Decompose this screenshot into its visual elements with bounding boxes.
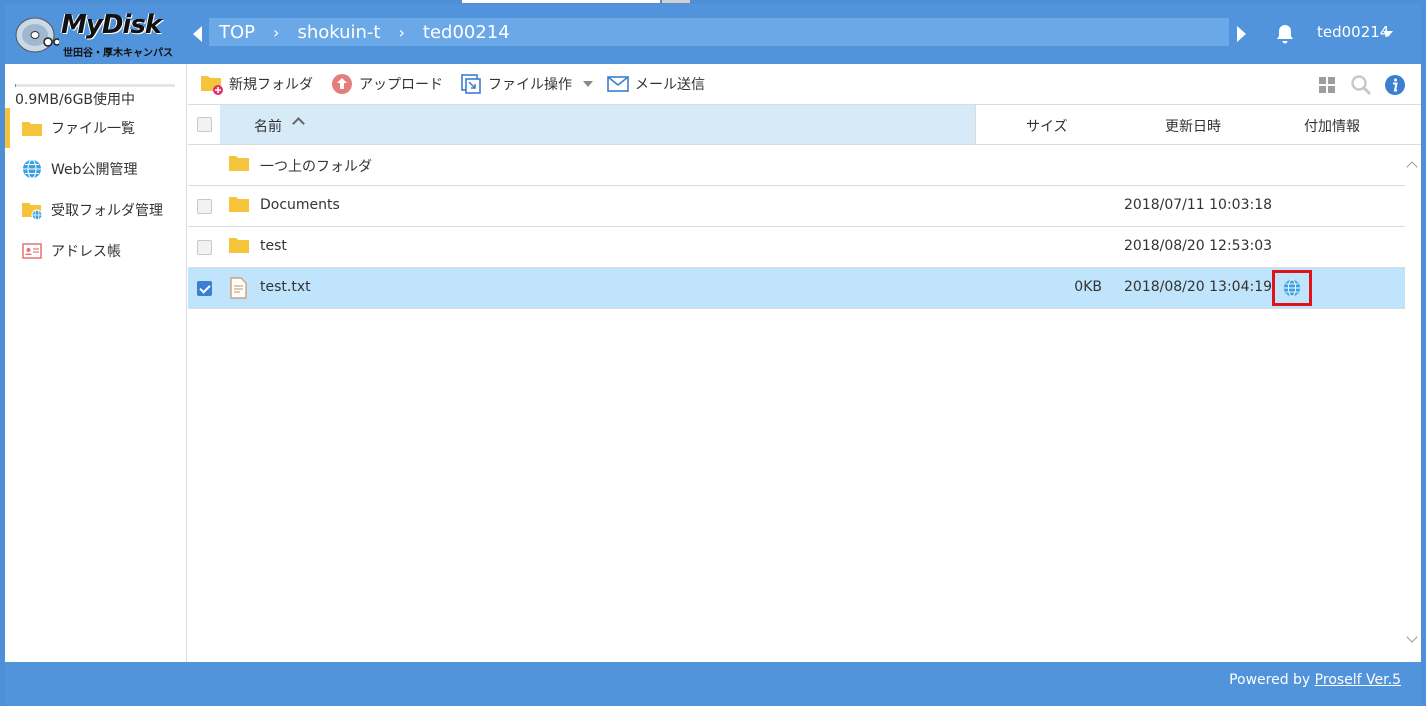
proself-link[interactable]: Proself Ver.5 [1315, 672, 1401, 688]
column-header-modified[interactable]: 更新日時 [1165, 116, 1221, 136]
logo-title: MyDisk [61, 10, 162, 40]
column-header-size[interactable]: サイズ [1026, 116, 1068, 136]
file-name[interactable]: test.txt [260, 279, 311, 295]
file-name[interactable]: Documents [260, 197, 340, 213]
shared-folder-icon [21, 199, 43, 221]
file-modified: 2018/08/20 12:53:03 [1124, 238, 1273, 254]
folder-icon [228, 236, 250, 258]
scrollbar[interactable] [1405, 145, 1421, 662]
scroll-up-icon[interactable] [1406, 161, 1418, 173]
toolbar: 新規フォルダ アップロード ファイル操作 メール送信 [188, 64, 1421, 104]
text-file-icon [228, 277, 250, 299]
file-name[interactable]: 一つ上のフォルダ [260, 156, 372, 176]
sidebar-item-label: アドレス帳 [51, 244, 121, 260]
breadcrumb-separator-icon: › [398, 22, 405, 42]
name-column-header-bg [220, 105, 975, 144]
logo-subtitle: 世田谷・厚木キャンパス [63, 48, 173, 59]
scroll-down-icon[interactable] [1406, 631, 1418, 643]
folder-icon [228, 154, 250, 176]
breadcrumb-separator-icon: › [273, 22, 280, 42]
sidebar-item-label: 受取フォルダ管理 [51, 203, 163, 219]
storage-usage-fill [15, 84, 16, 87]
table-row[interactable]: test.txt 0KB 2018/08/20 13:04:19 [188, 268, 1405, 309]
sidebar-item-receive-folder[interactable]: 受取フォルダ管理 [5, 190, 187, 230]
upload-icon [330, 72, 354, 96]
sidebar-item-web-publish[interactable]: Web公開管理 [5, 149, 187, 189]
file-name[interactable]: test [260, 238, 287, 254]
globe-icon [21, 158, 43, 180]
powered-by-label: Powered by [1229, 672, 1311, 688]
table-row[interactable]: Documents 2018/07/11 10:03:18 [188, 186, 1405, 227]
row-checkbox[interactable] [197, 199, 212, 214]
breadcrumb-next-arrow-icon[interactable] [1237, 26, 1246, 42]
top-header: MyDisk 世田谷・厚木キャンパス TOP › shokuin-t › ted… [5, 4, 1421, 64]
breadcrumb-item-top[interactable]: TOP [219, 22, 255, 43]
folder-icon [21, 117, 43, 139]
mail-icon [606, 72, 630, 96]
grid-view-icon[interactable] [1316, 74, 1338, 96]
new-folder-label: 新規フォルダ [229, 77, 313, 93]
select-all-checkbox[interactable] [197, 117, 212, 132]
file-operations-button[interactable]: ファイル操作 [459, 72, 593, 96]
folder-icon [228, 195, 250, 217]
column-header-info[interactable]: 付加情報 [1304, 116, 1360, 136]
powered-by: Powered by Proself Ver.5 [1229, 672, 1401, 688]
file-operations-label: ファイル操作 [488, 77, 572, 93]
chevron-down-icon [583, 81, 593, 87]
file-table-header: 名前 サイズ 更新日時 付加情報 [188, 104, 1421, 145]
table-row[interactable]: test 2018/08/20 12:53:03 [188, 227, 1405, 268]
file-operations-icon [459, 72, 483, 96]
upload-label: アップロード [359, 77, 443, 93]
address-card-icon [21, 240, 43, 262]
breadcrumb-item-shokuin-t[interactable]: shokuin-t [297, 22, 380, 43]
breadcrumb-item-current[interactable]: ted00214 [423, 22, 510, 43]
storage-usage-bar [15, 84, 175, 87]
sidebar: 0.9MB/6GB使用中 ファイル一覧 Web公開管理 受取フォルダ管理 アドレ… [5, 64, 187, 662]
mydisk-logo[interactable]: MyDisk 世田谷・厚木キャンパス [15, 10, 177, 59]
column-header-name[interactable]: 名前 [254, 116, 282, 136]
sidebar-item-label: Web公開管理 [51, 162, 138, 178]
user-menu[interactable]: ted00214 [1317, 23, 1389, 41]
chevron-down-icon[interactable] [1383, 31, 1393, 37]
breadcrumb-prev-arrow-icon[interactable] [193, 26, 202, 42]
send-mail-label: メール送信 [635, 77, 705, 93]
row-checkbox[interactable] [197, 240, 212, 255]
storage-usage-text: 0.9MB/6GB使用中 [15, 92, 136, 108]
file-modified: 2018/07/11 10:03:18 [1124, 197, 1273, 213]
web-published-globe-icon[interactable] [1272, 270, 1312, 306]
new-folder-icon [200, 72, 224, 96]
disc-logo-icon [15, 17, 59, 53]
bell-icon[interactable] [1273, 22, 1297, 46]
parent-folder-row[interactable]: 一つ上のフォルダ [188, 145, 1405, 186]
send-mail-button[interactable]: メール送信 [606, 72, 705, 96]
new-folder-button[interactable]: 新規フォルダ [200, 72, 313, 96]
sidebar-item-label: ファイル一覧 [51, 121, 135, 137]
file-modified: 2018/08/20 13:04:19 [1124, 279, 1273, 295]
sidebar-item-address-book[interactable]: アドレス帳 [5, 231, 187, 271]
sidebar-item-file-list[interactable]: ファイル一覧 [5, 108, 187, 148]
search-icon[interactable] [1350, 74, 1372, 96]
breadcrumb: TOP › shokuin-t › ted00214 [209, 18, 1229, 46]
row-checkbox[interactable] [197, 281, 212, 296]
upload-button[interactable]: アップロード [330, 72, 443, 96]
file-list: 一つ上のフォルダ Documents 2018/07/11 10:03:18 test… [188, 145, 1405, 662]
column-divider [975, 105, 976, 144]
footer: Powered by Proself Ver.5 [5, 662, 1421, 706]
file-size: 0KB [1074, 279, 1102, 295]
info-icon[interactable] [1384, 74, 1406, 96]
